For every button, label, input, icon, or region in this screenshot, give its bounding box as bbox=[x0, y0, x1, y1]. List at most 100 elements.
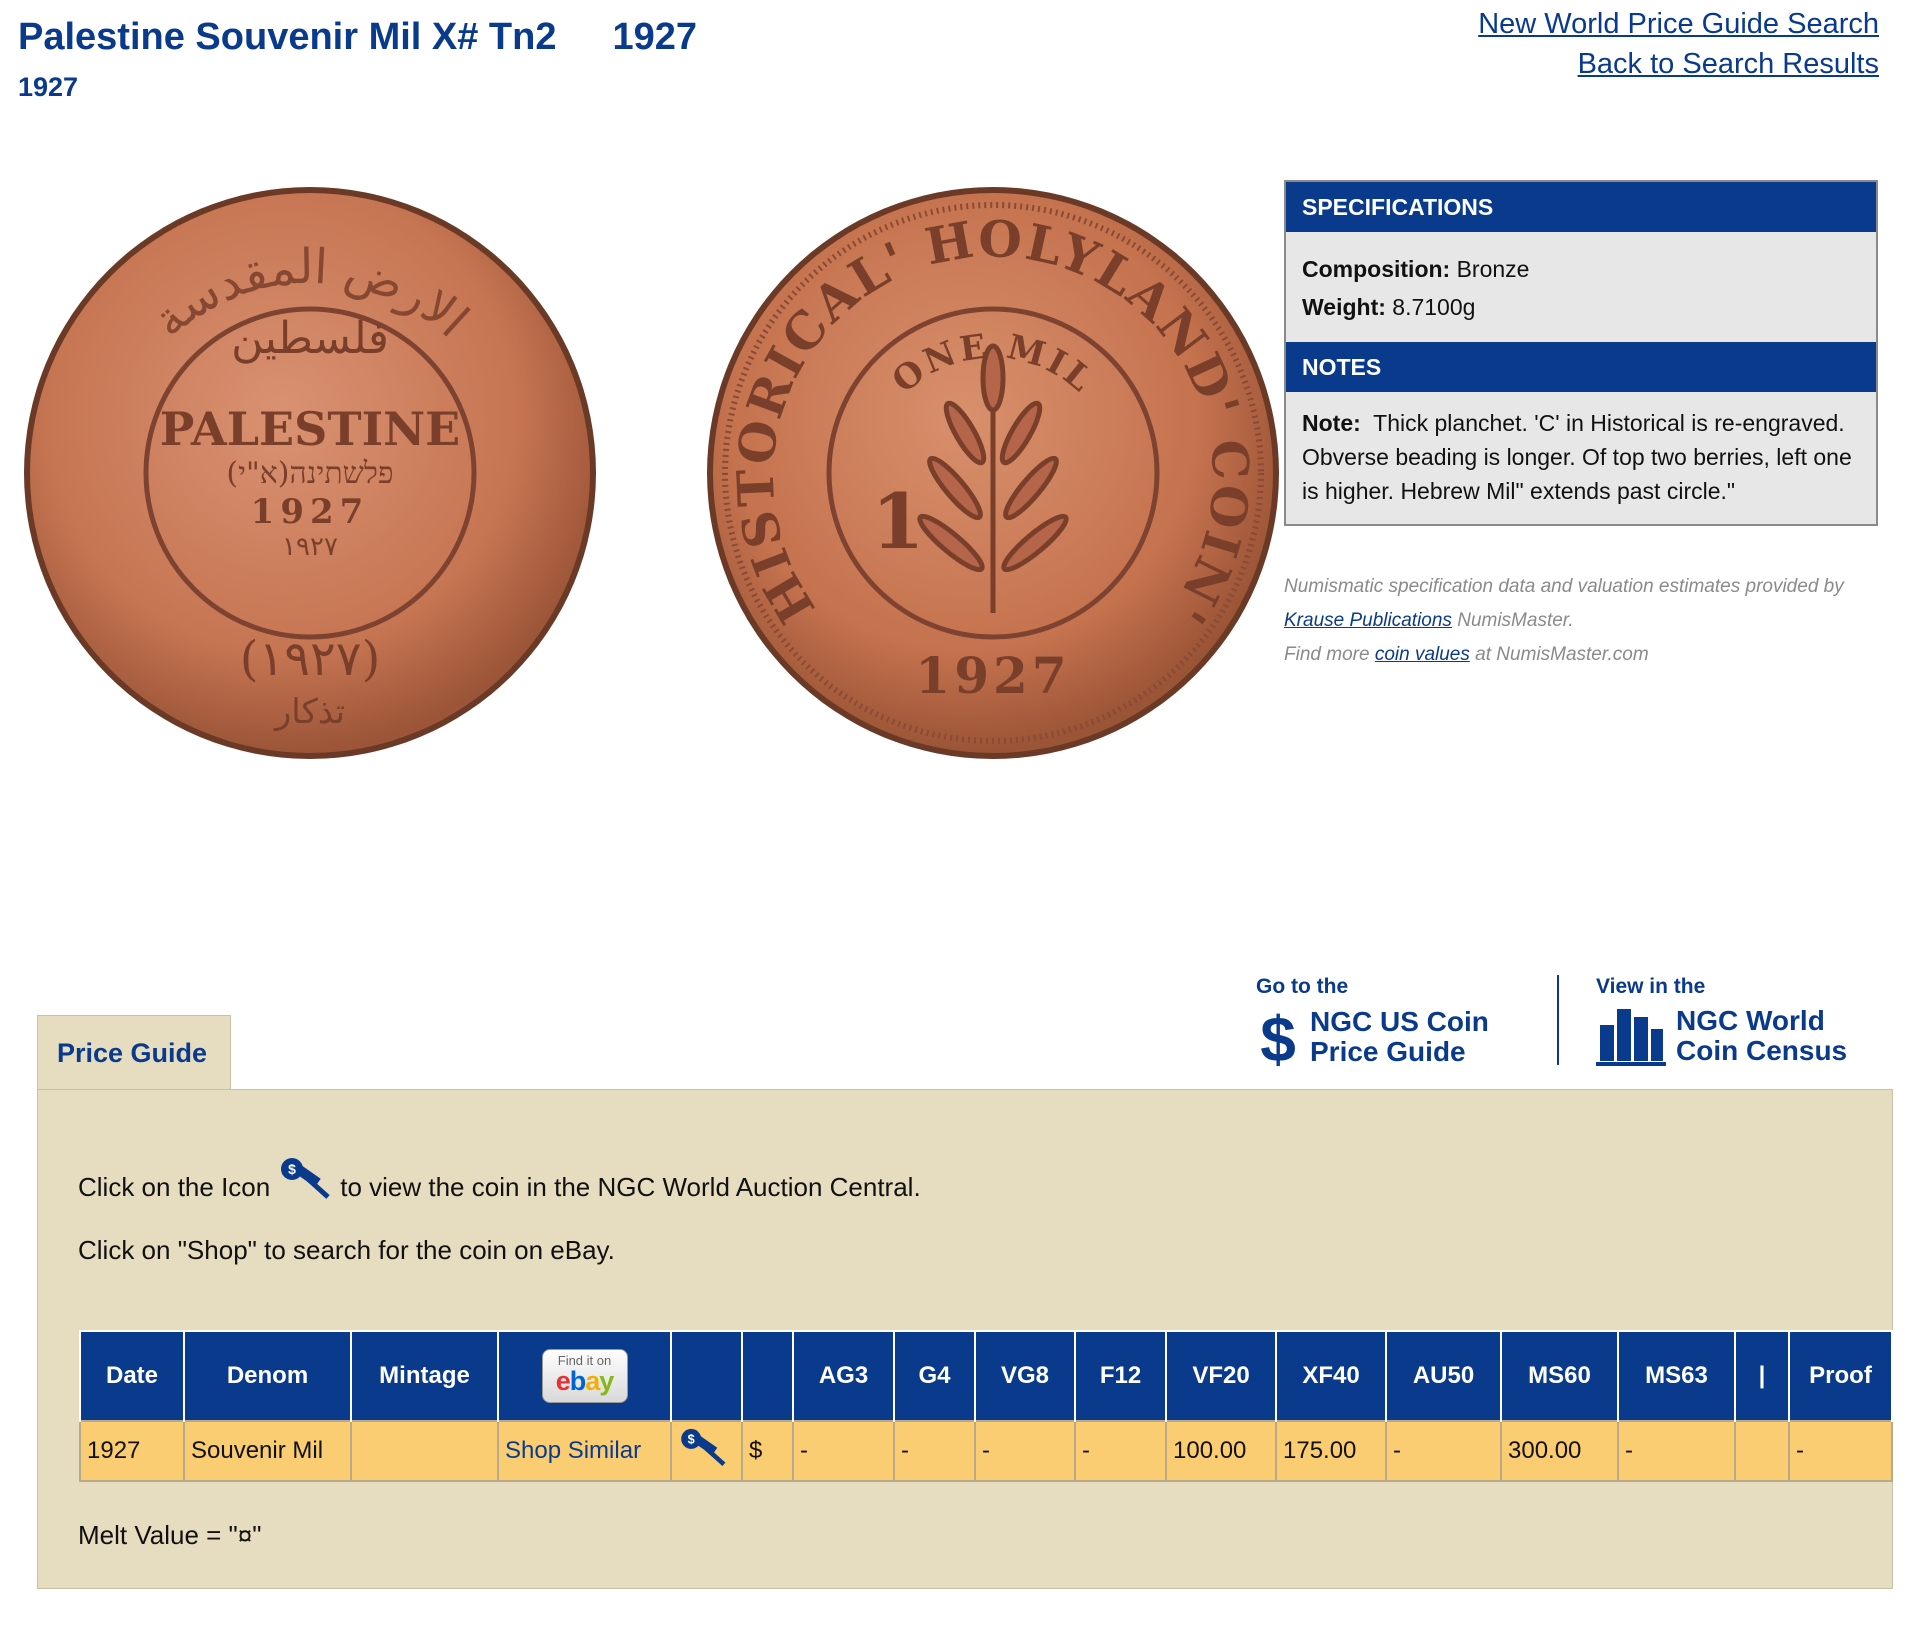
col-proof: Proof bbox=[1788, 1330, 1893, 1421]
cell-ag3: - bbox=[792, 1420, 895, 1482]
auction-gavel-icon: $ bbox=[281, 1158, 330, 1199]
coin-obverse-arabic-bottom: (١٩٢٧) bbox=[240, 631, 381, 687]
melt-value: Melt Value = "¤" bbox=[78, 1520, 262, 1550]
bar-chart-icon bbox=[1596, 1009, 1666, 1066]
back-to-results-link[interactable]: Back to Search Results bbox=[1478, 44, 1879, 84]
instruction1-after: to view the coin in the NGC World Auctio… bbox=[340, 1171, 921, 1202]
credit-line3: Find more coin values at NumisMaster.com bbox=[1284, 638, 1884, 672]
specifications-body: Composition: Bronze Weight: 8.7100g bbox=[1286, 232, 1876, 342]
col-f12: F12 bbox=[1074, 1330, 1167, 1421]
promo-us-line1: NGC US Coin bbox=[1310, 1006, 1489, 1037]
promo-census-line1: NGC World bbox=[1676, 1005, 1825, 1036]
promo-census-line2: Coin Census bbox=[1676, 1035, 1848, 1066]
col-currency bbox=[741, 1330, 794, 1421]
cell-au50: - bbox=[1385, 1420, 1502, 1482]
auction-gavel-icon[interactable]: $ bbox=[678, 1428, 728, 1468]
price-guide-panel: Click on the Icon $ to view the coin in … bbox=[37, 1089, 1893, 1589]
coin-obverse-arabic-hajib: تذكار bbox=[273, 692, 345, 732]
cell-ms63: - bbox=[1617, 1420, 1736, 1482]
cell-mintage bbox=[350, 1420, 499, 1482]
cell-g4: - bbox=[893, 1420, 976, 1482]
cell-auction: $ bbox=[670, 1420, 743, 1482]
promo-divider bbox=[1557, 975, 1559, 1065]
cell-ms60: 300.00 bbox=[1500, 1420, 1619, 1482]
specifications-heading: SPECIFICATIONS bbox=[1286, 182, 1876, 232]
cell-denom: Souvenir Mil bbox=[183, 1420, 352, 1482]
svg-text:$: $ bbox=[288, 1161, 296, 1177]
coin-obverse-palestine: PALESTINE bbox=[160, 402, 460, 456]
specifications-box: SPECIFICATIONS Composition: Bronze Weigh… bbox=[1284, 180, 1878, 526]
coin-reverse-denomination: 1 bbox=[872, 477, 925, 566]
cell-separator bbox=[1734, 1420, 1790, 1482]
cell-xf40: 175.00 bbox=[1275, 1420, 1387, 1482]
krause-link[interactable]: Krause Publications bbox=[1284, 610, 1452, 631]
dollar-icon: $ bbox=[1260, 1005, 1296, 1069]
composition-row: Composition: Bronze bbox=[1302, 250, 1860, 288]
promo-census-small: View in the bbox=[1596, 975, 1706, 998]
cell-shop: Shop Similar bbox=[497, 1420, 672, 1482]
col-ms60: MS60 bbox=[1500, 1330, 1619, 1421]
cell-date: 1927 bbox=[79, 1420, 185, 1482]
auction-instruction: Click on the Icon $ to view the coin in … bbox=[78, 1158, 921, 1209]
col-ag3: AG3 bbox=[792, 1330, 895, 1421]
page-title: Palestine Souvenir Mil X# Tn2 1927 bbox=[18, 16, 697, 59]
find-more-text: Find more bbox=[1284, 644, 1370, 665]
notes-heading: NOTES bbox=[1286, 342, 1876, 392]
shop-instruction: Click on "Shop" to search for the coin o… bbox=[78, 1235, 615, 1265]
coin-obverse-arabic-center: فلسطين bbox=[231, 313, 389, 364]
title-year: 1927 bbox=[612, 16, 698, 58]
ngc-us-price-guide-link[interactable]: Go to the $ NGC US Coin Price Guide bbox=[1256, 975, 1489, 1069]
col-ebay: Find it on ebay bbox=[497, 1330, 672, 1421]
ebay-logo: Find it on ebay bbox=[541, 1349, 628, 1403]
coin-reverse-image[interactable]: HISTORICAL' HOLYLAND' COIN' ONE MIL 1 19… bbox=[703, 183, 1283, 763]
svg-text:$: $ bbox=[1260, 1005, 1296, 1069]
top-links: New World Price Guide Search Back to Sea… bbox=[1478, 4, 1879, 84]
data-credit: Numismatic specification data and valuat… bbox=[1284, 570, 1884, 672]
col-vg8: VG8 bbox=[974, 1330, 1076, 1421]
credit-line2: Krause Publications NumisMaster. bbox=[1284, 604, 1884, 638]
tab-price-guide[interactable]: Price Guide bbox=[37, 1015, 231, 1090]
weight-label: Weight: bbox=[1302, 294, 1386, 320]
col-vf20: VF20 bbox=[1165, 1330, 1277, 1421]
weight-value: 8.7100g bbox=[1392, 294, 1476, 320]
note-label: Note: bbox=[1302, 410, 1361, 436]
coin-reverse-year: 1927 bbox=[915, 646, 1070, 705]
cell-currency: $ bbox=[741, 1420, 794, 1482]
coin-reverse-svg: HISTORICAL' HOLYLAND' COIN' ONE MIL 1 19… bbox=[707, 187, 1279, 759]
price-table: Date Denom Mintage Find it on ebay AG3 G… bbox=[79, 1330, 1893, 1482]
col-auction bbox=[670, 1330, 743, 1421]
promo-us-line2: Price Guide bbox=[1310, 1036, 1466, 1067]
coin-values-link[interactable]: coin values bbox=[1375, 644, 1470, 665]
ngc-world-census-link[interactable]: View in the NGC World Coin Census bbox=[1596, 975, 1847, 1067]
composition-label: Composition: bbox=[1302, 256, 1451, 282]
shop-similar-link[interactable]: Shop Similar bbox=[505, 1437, 641, 1464]
col-g4: G4 bbox=[893, 1330, 976, 1421]
coin-obverse-hebrew: (פלשתינה(א"י bbox=[226, 456, 393, 491]
col-mintage: Mintage bbox=[350, 1330, 499, 1421]
composition-value: Bronze bbox=[1456, 256, 1530, 282]
promo-us-small: Go to the bbox=[1256, 975, 1349, 998]
instruction1-before: Click on the Icon bbox=[78, 1171, 271, 1202]
numismaster-text: NumisMaster. bbox=[1457, 610, 1574, 631]
col-xf40: XF40 bbox=[1275, 1330, 1387, 1421]
price-guide-search-link[interactable]: New World Price Guide Search bbox=[1478, 4, 1879, 44]
cell-vg8: - bbox=[974, 1420, 1076, 1482]
cell-proof: - bbox=[1788, 1420, 1893, 1482]
weight-row: Weight: 8.7100g bbox=[1302, 288, 1860, 326]
coin-obverse-image[interactable]: الارض المقدسة فلسطين PALESTINE (פלשתינה(… bbox=[20, 183, 600, 763]
coin-title: Palestine Souvenir Mil X# Tn2 bbox=[18, 16, 557, 58]
table-row: 1927 Souvenir Mil Shop Similar $ $ - - -… bbox=[79, 1420, 1893, 1482]
col-ms63: MS63 bbox=[1617, 1330, 1736, 1421]
price-table-header: Date Denom Mintage Find it on ebay AG3 G… bbox=[79, 1330, 1893, 1421]
note-text: Thick planchet. 'C' in Historical is re-… bbox=[1302, 410, 1852, 504]
credit-line1: Numismatic specification data and valuat… bbox=[1284, 576, 1844, 597]
cell-vf20: 100.00 bbox=[1165, 1420, 1277, 1482]
at-numismaster-text: at NumisMaster.com bbox=[1475, 644, 1649, 665]
svg-text:$: $ bbox=[688, 1431, 695, 1446]
notes-body: Note: Thick planchet. 'C' in Historical … bbox=[1286, 392, 1876, 524]
col-separator: | bbox=[1734, 1330, 1790, 1421]
cell-f12: - bbox=[1074, 1420, 1167, 1482]
coin-obverse-svg: الارض المقدسة فلسطين PALESTINE (פלשתינה(… bbox=[24, 187, 596, 759]
coin-obverse-year: 1927 bbox=[251, 492, 370, 532]
page-subtitle: 1927 bbox=[18, 72, 79, 102]
